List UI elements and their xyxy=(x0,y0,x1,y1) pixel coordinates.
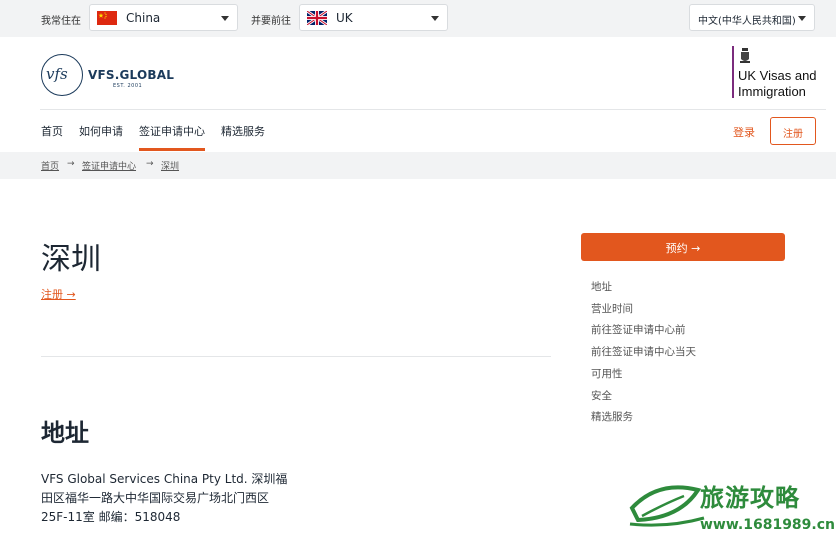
logo-text[interactable]: VFS.GLOBAL xyxy=(88,68,174,82)
nav-premium-services[interactable]: 精选服务 xyxy=(221,123,265,139)
breadcrumb-visa-centres[interactable]: 签证申请中心 xyxy=(82,159,136,172)
register-button-label: 注册 xyxy=(783,129,803,140)
ukvi-divider xyxy=(732,46,734,98)
nav-how-to-apply[interactable]: 如何申请 xyxy=(79,123,123,139)
top-bar: 我常住在 China 并要前往 UK 中文(中华人民共和国) xyxy=(0,0,836,37)
logo-est: EST. 2001 xyxy=(113,83,143,89)
watermark-leaf-icon xyxy=(629,485,705,527)
nav-home[interactable]: 首页 xyxy=(41,123,63,139)
nav-active-indicator xyxy=(139,148,205,151)
register-button[interactable]: 注册 xyxy=(770,117,816,145)
ukvi-line1: UK Visas and xyxy=(738,68,817,83)
address-line: 25F-11室 邮编：518048 xyxy=(41,510,181,524)
address-line: 田区福华一路大中华国际交易广场北门西区 xyxy=(41,491,270,505)
chevron-down-icon xyxy=(798,16,806,21)
vfs-logo-icon[interactable]: vfs xyxy=(41,54,83,96)
chevron-down-icon xyxy=(221,16,229,21)
ukvi-line2: Immigration xyxy=(738,84,806,99)
watermark-title: 旅游攻略 xyxy=(700,484,800,512)
header-divider xyxy=(40,109,826,110)
book-appointment-label: 预约 → xyxy=(665,242,701,255)
side-link-security[interactable]: 安全 xyxy=(591,388,612,403)
watermark-url: www.1681989.cn xyxy=(700,517,835,533)
nav-visa-centres[interactable]: 签证申请中心 xyxy=(139,123,205,139)
residence-value: China xyxy=(126,11,161,25)
language-select[interactable]: 中文(中华人民共和国) xyxy=(689,4,815,31)
uk-flag-icon xyxy=(307,11,327,25)
login-link[interactable]: 登录 xyxy=(733,124,755,140)
china-flag-icon xyxy=(97,11,117,25)
register-link[interactable]: 注册 → xyxy=(41,286,76,302)
side-link-visit-day[interactable]: 前往签证申请中心当天 xyxy=(591,344,696,359)
chevron-down-icon xyxy=(431,16,439,21)
side-link-hours[interactable]: 营业时间 xyxy=(591,301,633,316)
breadcrumb-home[interactable]: 首页 xyxy=(41,159,59,172)
royal-crest-icon xyxy=(740,48,750,63)
side-link-before-visit[interactable]: 前往签证申请中心前 xyxy=(591,322,686,337)
side-link-address[interactable]: 地址 xyxy=(591,279,612,294)
breadcrumb-arrow-icon: → xyxy=(67,159,75,169)
breadcrumb-shenzhen[interactable]: 深圳 xyxy=(161,159,179,172)
content-divider xyxy=(41,356,551,357)
residence-select[interactable]: China xyxy=(89,4,238,31)
logo-mark: vfs xyxy=(46,65,68,83)
destination-select[interactable]: UK xyxy=(299,4,448,31)
page-title: 深圳 xyxy=(41,242,101,277)
language-value: 中文(中华人民共和国) xyxy=(698,16,796,27)
side-link-accessibility[interactable]: 可用性 xyxy=(591,366,623,381)
address-block: VFS Global Services China Pty Ltd. 深圳福 田… xyxy=(41,470,287,527)
side-link-premium-services[interactable]: 精选服务 xyxy=(591,409,633,424)
address-line: VFS Global Services China Pty Ltd. 深圳福 xyxy=(41,472,288,486)
ukvi-logo-text: UK Visas and Immigration xyxy=(738,68,817,100)
book-appointment-button[interactable]: 预约 → xyxy=(581,233,785,261)
breadcrumb-arrow-icon: → xyxy=(146,159,154,169)
destination-label: 并要前往 xyxy=(251,16,291,27)
residence-label: 我常住在 xyxy=(41,16,81,27)
section-title-address: 地址 xyxy=(41,419,89,447)
destination-value: UK xyxy=(336,11,353,25)
